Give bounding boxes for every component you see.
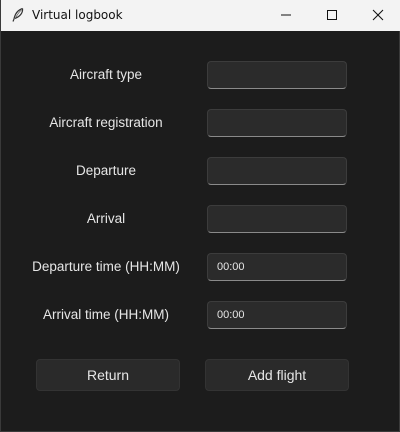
minimize-button[interactable] [263,0,309,31]
departure-label: Departure [75,163,137,178]
title-bar: Virtual logbook [1,0,400,31]
aircraft-registration-label: Aircraft registration [49,115,163,130]
close-icon [372,6,384,25]
add-flight-button[interactable]: Add flight [205,359,349,391]
feather-icon [10,7,26,23]
aircraft-type-label: Aircraft type [69,67,143,82]
maximize-button[interactable] [309,0,355,31]
arrival-time-input[interactable] [207,301,347,329]
maximize-icon [326,6,338,25]
arrival-input[interactable] [207,205,347,233]
aircraft-registration-input[interactable] [207,109,347,137]
close-button[interactable] [355,0,400,31]
departure-time-label: Departure time (HH:MM) [32,259,180,274]
app-window: Virtual logbook Aircraft type Aircraft r… [0,0,400,432]
return-button[interactable]: Return [36,359,180,391]
arrival-time-label: Arrival time (HH:MM) [43,307,169,322]
departure-time-input[interactable] [207,253,347,281]
arrival-label: Arrival [86,211,126,226]
window-title: Virtual logbook [32,8,123,22]
aircraft-type-input[interactable] [207,61,347,89]
minimize-icon [280,6,292,25]
departure-input[interactable] [207,157,347,185]
